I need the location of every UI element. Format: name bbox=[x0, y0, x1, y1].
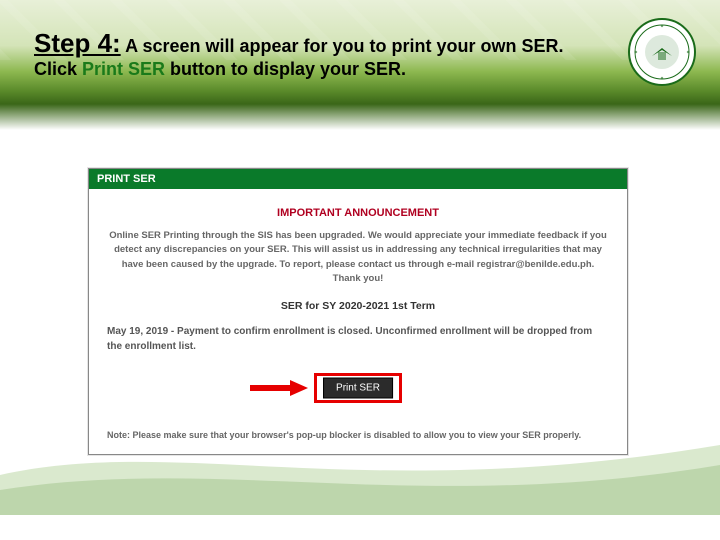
payment-notice: May 19, 2019 - Payment to confirm enroll… bbox=[107, 324, 609, 354]
step-label: Step 4: bbox=[34, 28, 121, 58]
slide-bottom-curve bbox=[0, 395, 720, 515]
arrow-icon bbox=[250, 380, 308, 396]
panel-title: PRINT SER bbox=[89, 169, 627, 189]
step-text-highlight: Print SER bbox=[82, 59, 165, 79]
step-text-after: button to display your SER. bbox=[165, 59, 406, 79]
announcement-title: IMPORTANT ANNOUNCEMENT bbox=[107, 207, 609, 219]
instruction-heading: Step 4: A screen will appear for you to … bbox=[34, 28, 610, 80]
ser-term-label: SER for SY 2020-2021 1st Term bbox=[107, 300, 609, 312]
college-seal-logo bbox=[628, 18, 696, 86]
announcement-body: Online SER Printing through the SIS has … bbox=[107, 229, 609, 286]
